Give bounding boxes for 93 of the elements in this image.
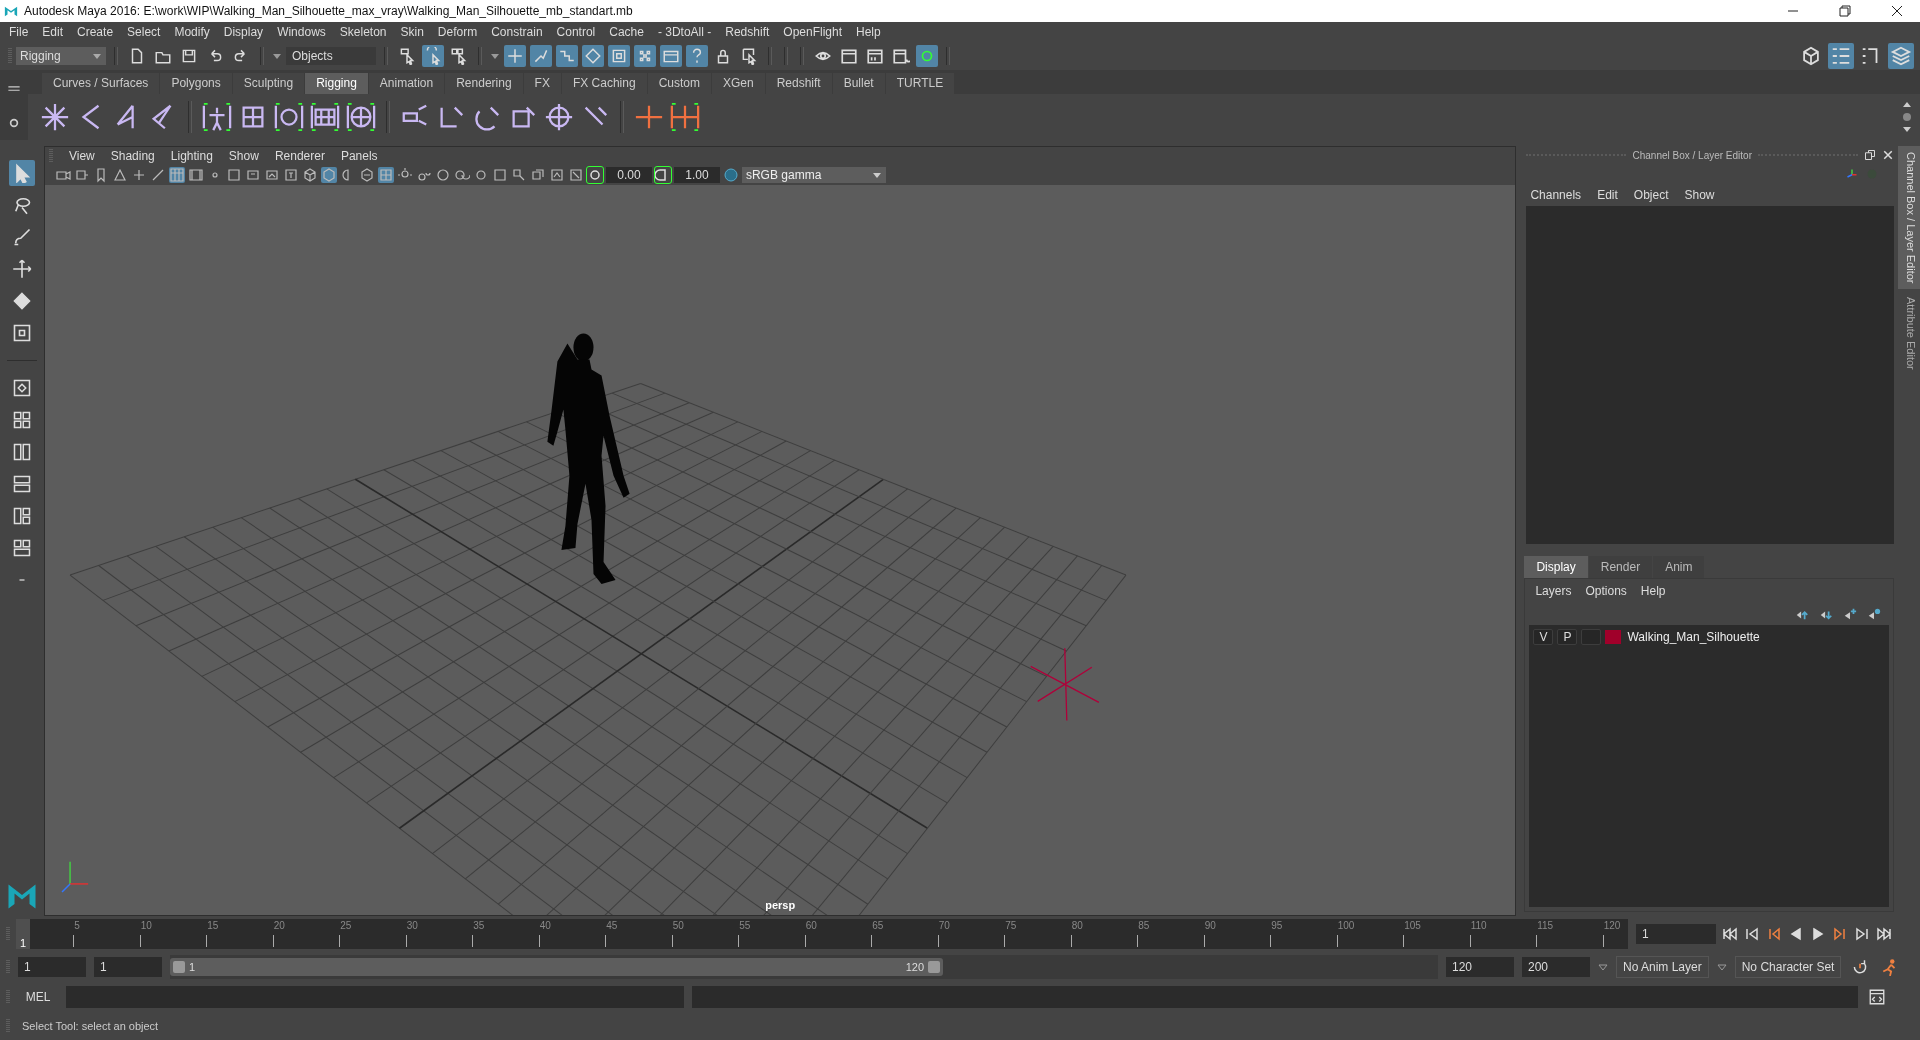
frame-label: 15 — [207, 920, 219, 931]
selection-mode-field[interactable]: Objects — [286, 47, 376, 65]
frame-label: 65 — [872, 920, 884, 931]
viewport-menu-item[interactable]: Renderer — [274, 149, 325, 163]
camera-label: persp — [765, 899, 796, 911]
layer-tab[interactable]: Render — [1588, 556, 1653, 578]
gamma-field[interactable]: 1.00 — [673, 167, 720, 183]
shelf-tab[interactable]: FX — [523, 73, 562, 94]
menu-item[interactable]: - 3DtoAll - — [657, 25, 712, 39]
menu-item[interactable]: File — [9, 25, 29, 39]
viewport-menu-item[interactable]: View — [68, 149, 95, 163]
shelf-tab[interactable]: Rendering — [445, 73, 524, 94]
menu-item[interactable]: Modify — [174, 25, 210, 39]
frame-label: 95 — [1271, 920, 1283, 931]
shelf-tab[interactable]: Animation — [368, 73, 446, 94]
frame-label: 25 — [340, 920, 352, 931]
viewport-menu-item[interactable]: Lighting — [170, 149, 213, 163]
playback-toggle[interactable]: P — [1557, 629, 1578, 645]
channel-menu-item[interactable]: Show — [1684, 188, 1715, 202]
frame-label: 100 — [1337, 920, 1355, 931]
anim-layer-dropdown[interactable]: No Anim Layer — [1616, 956, 1709, 978]
menu-item[interactable]: Select — [127, 25, 161, 39]
frame-label: 55 — [739, 920, 751, 931]
shelf-tab[interactable]: FX Caching — [561, 73, 648, 94]
frame-label: 35 — [473, 920, 485, 931]
menu-item[interactable]: Constrain — [491, 25, 543, 39]
start-frame-field[interactable]: 1 — [18, 957, 86, 977]
shelf-tab[interactable]: Custom — [647, 73, 712, 94]
menu-set-dropdown[interactable]: Rigging — [16, 47, 106, 65]
shelf-tab[interactable]: Polygons — [160, 73, 233, 94]
color-space-dropdown[interactable]: sRGB gamma — [741, 167, 886, 183]
layer-name[interactable]: Walking_Man_Silhouette — [1627, 630, 1760, 644]
panel-title: Channel Box / Layer Editor — [1632, 149, 1752, 161]
end-frame-field[interactable]: 200 — [1522, 957, 1590, 977]
window-title: Autodesk Maya 2016: E:\work\WIP\Walking_Man_Silhouette_max_vray\Walking_Man_Silhouette_mb_standart.mb — [24, 4, 633, 18]
menu-item[interactable]: Windows — [277, 25, 326, 39]
layer-menu-item[interactable]: Help — [1640, 584, 1666, 598]
layer-menu-item[interactable]: Options — [1585, 584, 1627, 598]
layer-tab[interactable]: Display — [1524, 556, 1588, 578]
layer-tab[interactable]: Anim — [1653, 556, 1705, 578]
menu-item[interactable]: Control — [556, 25, 596, 39]
viewport-menu-item[interactable]: Show — [228, 149, 259, 163]
frame-label: 80 — [1071, 920, 1083, 931]
frame-label: 30 — [406, 920, 418, 931]
playback-start-field[interactable]: 1 — [94, 957, 162, 977]
shelf-tab[interactable]: Redshift — [765, 73, 833, 94]
frame-label: 75 — [1005, 920, 1017, 931]
frame-label: 85 — [1138, 920, 1150, 931]
exposure-field[interactable]: 0.00 — [605, 167, 652, 183]
layer-menu-item[interactable]: Layers — [1535, 584, 1572, 598]
menu-item[interactable]: Help — [856, 25, 881, 39]
frame-label: 90 — [1204, 920, 1216, 931]
frame-label: 40 — [539, 920, 551, 931]
shelf-tab[interactable]: Rigging — [305, 73, 369, 94]
frame-label: 45 — [606, 920, 618, 931]
script-language-label[interactable]: MEL — [18, 990, 58, 1004]
channel-menu-item[interactable]: Edit — [1597, 188, 1618, 202]
frame-label: 20 — [273, 920, 285, 931]
menu-item[interactable]: OpenFlight — [783, 25, 842, 39]
shelf-tab[interactable]: Curves / Surfaces — [42, 73, 161, 94]
frame-label: 60 — [805, 920, 817, 931]
frame-label: 70 — [938, 920, 950, 931]
frame-label: 10 — [140, 920, 152, 931]
frame-label: 105 — [1404, 920, 1421, 931]
help-line-text: Select Tool: select an object — [22, 1020, 159, 1032]
menu-item[interactable]: Skeleton — [339, 25, 387, 39]
side-tab[interactable]: Channel Box / Layer Editor — [1898, 146, 1920, 290]
current-frame-marker[interactable]: 1 — [16, 919, 30, 949]
shelf-tab[interactable]: Sculpting — [232, 73, 306, 94]
frame-label: 115 — [1537, 920, 1554, 931]
menu-item[interactable]: Skin — [400, 25, 424, 39]
frame-label: 50 — [672, 920, 684, 931]
menu-item[interactable]: Cache — [609, 25, 644, 39]
current-frame-field[interactable]: 1 — [1636, 924, 1716, 944]
menu-item[interactable]: Deform — [437, 25, 478, 39]
channel-menu-item[interactable]: Object — [1633, 188, 1669, 202]
menu-item[interactable]: Create — [77, 25, 114, 39]
shelf-tab[interactable]: Bullet — [832, 73, 886, 94]
visibility-toggle[interactable]: V — [1533, 629, 1554, 645]
character-set-dropdown[interactable]: No Character Set — [1734, 956, 1842, 978]
shelf-tab[interactable]: TURTLE — [885, 73, 956, 94]
frame-label: 110 — [1470, 920, 1487, 931]
frame-label: 120 — [1603, 920, 1621, 931]
viewport-menu-item[interactable]: Panels — [340, 149, 378, 163]
channel-menu-item[interactable]: Channels — [1530, 188, 1582, 202]
menu-item[interactable]: Redshift — [725, 25, 770, 39]
frame-label: 5 — [74, 920, 80, 931]
menu-item[interactable]: Edit — [42, 25, 64, 39]
shelf-tab[interactable]: XGen — [711, 73, 766, 94]
playback-end-field[interactable]: 120 — [1446, 957, 1514, 977]
viewport-menu-item[interactable]: Shading — [110, 149, 155, 163]
menu-item[interactable]: Display — [223, 25, 264, 39]
time-slider[interactable]: 1 5 10 15 20 25 30 35 40 45 50 55 60 65 70 75 80 85 90 95 100 105 110 115 120 — [16, 919, 1628, 949]
